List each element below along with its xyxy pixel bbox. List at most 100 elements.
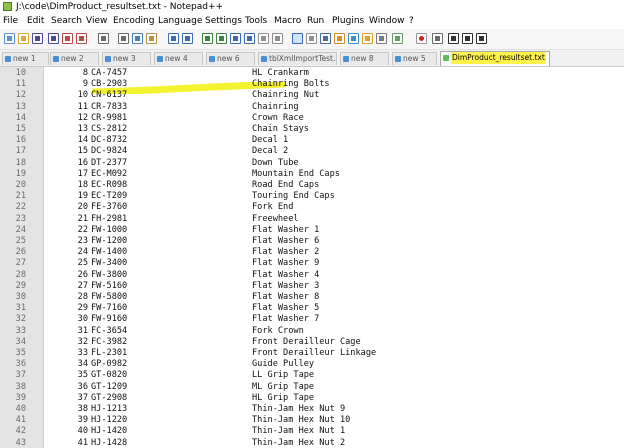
text-line[interactable]: 30 28 FW-5800 Flat Washer 8 — [0, 292, 624, 303]
menu-macro[interactable]: Macro — [274, 14, 301, 29]
zoom-out-icon[interactable] — [244, 33, 255, 44]
tab-document[interactable]: new 3 — [102, 52, 151, 65]
text-line[interactable]: 14 12 CR-9981 Crown Race — [0, 113, 624, 124]
text-line[interactable]: 17 15 DC-9824 Decal 2 — [0, 146, 624, 157]
text-line[interactable]: 35 33 FL-2301 Front Derailleur Linkage — [0, 348, 624, 359]
menu-run[interactable]: Run — [307, 14, 324, 29]
text-line[interactable]: 11 9 CB-2903 Chainring Bolts — [0, 79, 624, 90]
tab-label: new 4 — [165, 54, 188, 63]
product-name: Freewheel — [252, 213, 299, 224]
text-line[interactable]: 26 24 FW-1400 Flat Washer 2 — [0, 247, 624, 258]
editor-area[interactable]: 10 8 CA-7457 HL Crankarm 11 9 CB-2903 Chainring… — [0, 67, 624, 448]
text-line[interactable]: 37 35 GT-0820 LL Grip Tape — [0, 370, 624, 381]
line-number: 27 — [15, 258, 26, 269]
title-bar: J:\code\DimProduct_resultset.txt - Notep… — [0, 0, 624, 14]
new-file-icon[interactable] — [4, 33, 15, 44]
tab-document[interactable]: new 8 — [340, 52, 389, 65]
text-line[interactable]: 24 22 FW-1000 Flat Washer 1 — [0, 225, 624, 236]
find-icon[interactable] — [202, 33, 213, 44]
text-line[interactable]: 33 31 FC-3654 Fork Crown — [0, 326, 624, 337]
run-macro-icon[interactable] — [462, 33, 473, 44]
close-icon[interactable] — [62, 33, 73, 44]
indent-guide-icon[interactable] — [320, 33, 331, 44]
product-name: Flat Washer 7 — [252, 314, 320, 325]
tab-document[interactable]: new 5 — [392, 52, 437, 65]
zoom-in-icon[interactable] — [230, 33, 241, 44]
product-key: 30 — [77, 314, 88, 325]
monitor-icon[interactable] — [392, 33, 403, 44]
text-line[interactable]: 39 37 GT-2908 HL Grip Tape — [0, 393, 624, 404]
save-icon[interactable] — [32, 33, 43, 44]
copy-icon[interactable] — [132, 33, 143, 44]
text-line[interactable]: 13 11 CR-7833 Chainring — [0, 102, 624, 113]
paste-icon[interactable] — [146, 33, 157, 44]
text-line[interactable]: 28 26 FW-3800 Flat Washer 4 — [0, 270, 624, 281]
folder-workspace-icon[interactable] — [376, 33, 387, 44]
text-line[interactable]: 43 41 HJ-1428 Thin-Jam Hex Nut 2 — [0, 438, 624, 448]
text-line[interactable]: 27 25 FW-3400 Flat Washer 9 — [0, 258, 624, 269]
text-line[interactable]: 32 30 FW-9160 Flat Washer 7 — [0, 314, 624, 325]
save-all-icon[interactable] — [48, 33, 59, 44]
close-all-icon[interactable] — [76, 33, 87, 44]
cut-icon[interactable] — [118, 33, 129, 44]
menu-window[interactable]: Window — [369, 14, 405, 29]
menu-search[interactable]: Search — [51, 14, 82, 29]
text-line[interactable]: 25 23 FW-1200 Flat Washer 6 — [0, 236, 624, 247]
text-line[interactable]: 38 36 GT-1209 ML Grip Tape — [0, 382, 624, 393]
text-line[interactable]: 16 14 DC-8732 Decal 1 — [0, 135, 624, 146]
play-macro-icon[interactable] — [448, 33, 459, 44]
product-name: Mountain End Caps — [252, 168, 340, 179]
undo-icon[interactable] — [168, 33, 179, 44]
text-line[interactable]: 41 39 HJ-1220 Thin-Jam Hex Nut 10 — [0, 415, 624, 426]
menu-file[interactable]: File — [3, 14, 18, 29]
function-list-icon[interactable] — [362, 33, 373, 44]
replace-icon[interactable] — [216, 33, 227, 44]
tab-document[interactable]: new 2 — [50, 52, 99, 65]
menu-settings[interactable]: Settings — [205, 14, 242, 29]
menu-language[interactable]: Language — [158, 14, 202, 29]
product-key: 17 — [77, 168, 88, 179]
product-name: HL Crankarm — [252, 68, 309, 78]
product-key: 35 — [77, 370, 88, 381]
tab-document[interactable]: new 1 — [2, 52, 49, 65]
text-line[interactable]: 19 17 EC-M092 Mountain End Caps — [0, 169, 624, 180]
text-line[interactable]: 22 20 FE-3760 Fork End — [0, 202, 624, 213]
text-line[interactable]: 34 32 FC-3982 Front Derailleur Cage — [0, 337, 624, 348]
text-line[interactable]: 40 38 HJ-1213 Thin-Jam Hex Nut 9 — [0, 404, 624, 415]
text-line[interactable]: 20 18 EC-R098 Road End Caps — [0, 180, 624, 191]
udl-icon[interactable] — [334, 33, 345, 44]
tab-document[interactable]: tblXmlImportTest.Sql — [258, 52, 337, 65]
product-key: 10 — [77, 90, 88, 101]
tab-active-document[interactable]: DimProduct_resultset.txt — [440, 51, 550, 66]
text-line[interactable]: 42 40 HJ-1420 Thin-Jam Hex Nut 1 — [0, 426, 624, 437]
text-line[interactable]: 12 10 CN-6137 Chainring Nut — [0, 90, 624, 101]
sync-v-icon[interactable] — [258, 33, 269, 44]
menu-plugins[interactable]: Plugins — [332, 14, 364, 29]
record-macro-icon[interactable] — [416, 33, 427, 44]
word-wrap-icon[interactable] — [292, 33, 303, 44]
text-line[interactable]: 36 34 GP-0982 Guide Pulley — [0, 359, 624, 370]
menu-encoding[interactable]: Encoding — [113, 14, 154, 29]
text-line[interactable]: 29 27 FW-5160 Flat Washer 3 — [0, 281, 624, 292]
tab-document[interactable]: new 4 — [154, 52, 203, 65]
text-line[interactable]: 18 16 DT-2377 Down Tube — [0, 158, 624, 169]
menu-edit[interactable]: Edit — [27, 14, 44, 29]
save-macro-icon[interactable] — [476, 33, 487, 44]
print-icon[interactable] — [98, 33, 109, 44]
menu-tools[interactable]: Tools — [245, 14, 267, 29]
sync-h-icon[interactable] — [272, 33, 283, 44]
text-line[interactable]: 21 19 EC-T209 Touring End Caps — [0, 191, 624, 202]
doc-map-icon[interactable] — [348, 33, 359, 44]
text-line[interactable]: 15 13 CS-2812 Chain Stays — [0, 124, 624, 135]
text-line[interactable]: 10 8 CA-7457 HL Crankarm — [0, 68, 624, 79]
menu-help[interactable]: ? — [409, 14, 414, 29]
menu-view[interactable]: View — [86, 14, 107, 29]
text-line[interactable]: 23 21 FH-2981 Freewheel — [0, 214, 624, 225]
stop-record-icon[interactable] — [432, 33, 443, 44]
text-line[interactable]: 31 29 FW-7160 Flat Washer 5 — [0, 303, 624, 314]
tab-document[interactable]: new 6 — [206, 52, 255, 65]
redo-icon[interactable] — [182, 33, 193, 44]
open-file-icon[interactable] — [18, 33, 29, 44]
product-name: ML Grip Tape — [252, 381, 315, 392]
show-all-chars-icon[interactable] — [306, 33, 317, 44]
